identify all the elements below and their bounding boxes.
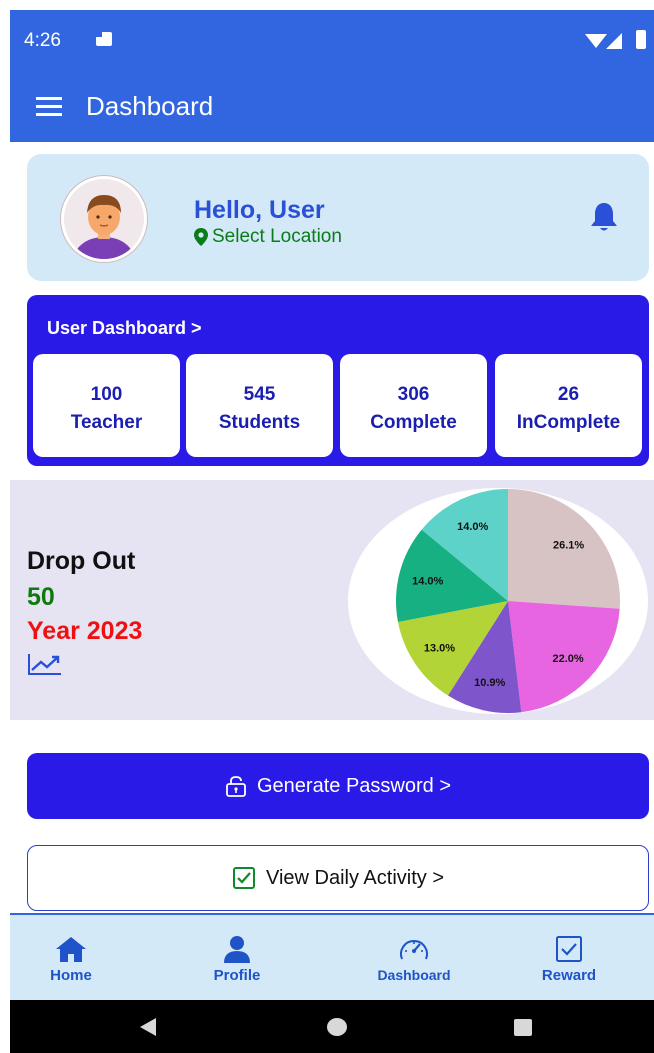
avatar[interactable] bbox=[61, 176, 147, 262]
status-bar: 4:26 bbox=[10, 10, 654, 72]
bell-icon[interactable] bbox=[589, 201, 619, 233]
user-dashboard-panel: User Dashboard > 100 Teacher 545 Student… bbox=[27, 295, 649, 466]
home-circle-icon[interactable] bbox=[327, 1018, 347, 1036]
bottom-navigation: Home Profile Dashboard Reward bbox=[10, 913, 654, 1000]
generate-password-label: Generate Password > bbox=[257, 774, 451, 797]
stat-card-incomplete[interactable]: 26 InComplete bbox=[495, 354, 642, 457]
pie-slice-label: 13.0% bbox=[424, 643, 455, 655]
nav-label: Home bbox=[50, 967, 92, 984]
view-daily-activity-label: View Daily Activity > bbox=[265, 866, 445, 889]
speedometer-icon bbox=[400, 940, 428, 960]
back-icon[interactable] bbox=[140, 1018, 156, 1036]
dropout-pie-chart: 26.1% 22.0% 10.9% 13.0% 14.0% 14.0% bbox=[348, 486, 648, 716]
status-time: 4:26 bbox=[24, 30, 61, 51]
stat-card-teacher[interactable]: 100 Teacher bbox=[33, 354, 180, 457]
stat-label: Complete bbox=[370, 412, 457, 433]
stat-value: 545 bbox=[243, 384, 276, 405]
stat-label: Teacher bbox=[70, 412, 143, 433]
checkbox-icon bbox=[232, 867, 255, 889]
home-icon bbox=[56, 937, 86, 962]
user-avatar-icon bbox=[74, 195, 134, 259]
app-bar: Dashboard bbox=[10, 72, 654, 142]
dropout-year: Year 2023 bbox=[27, 617, 143, 645]
pie-slice-label: 22.0% bbox=[552, 653, 583, 665]
pie-chart-svg: 26.1% 22.0% 10.9% 13.0% 14.0% 14.0% bbox=[348, 488, 648, 714]
pie-slice-label: 14.0% bbox=[412, 575, 443, 587]
nav-item-home[interactable]: Home bbox=[26, 915, 116, 1002]
nav-item-dashboard[interactable]: Dashboard bbox=[362, 915, 466, 1002]
pie-slice-label: 14.0% bbox=[457, 521, 488, 533]
wifi-icon bbox=[585, 34, 607, 48]
signal-icon bbox=[606, 33, 622, 49]
unlock-icon bbox=[226, 776, 246, 797]
greeting-name: Hello, User bbox=[194, 196, 325, 224]
user-icon bbox=[224, 936, 250, 963]
nav-label: Reward bbox=[541, 967, 597, 984]
checkbox-icon bbox=[556, 936, 582, 962]
location-pin-icon bbox=[194, 228, 208, 246]
nav-item-reward[interactable]: Reward bbox=[526, 915, 612, 1002]
generate-password-button[interactable]: Generate Password > bbox=[27, 753, 649, 819]
stat-card-students[interactable]: 545 Students bbox=[186, 354, 333, 457]
page-title: Dashboard bbox=[86, 91, 214, 121]
battery-icon bbox=[636, 30, 646, 49]
stat-value: 26 bbox=[557, 384, 580, 405]
trending-up-icon[interactable] bbox=[27, 652, 63, 676]
stat-value: 306 bbox=[397, 384, 430, 405]
stat-label: InComplete bbox=[516, 412, 621, 433]
greeting-card: Hello, User Select Location bbox=[27, 154, 649, 281]
nav-label: Dashboard bbox=[377, 967, 451, 983]
dropout-count: 50 bbox=[27, 583, 55, 611]
recent-apps-icon[interactable] bbox=[514, 1019, 532, 1036]
user-dashboard-link[interactable]: User Dashboard > bbox=[47, 318, 202, 339]
hamburger-menu-icon[interactable] bbox=[36, 96, 62, 116]
system-navigation-bar bbox=[10, 1000, 654, 1053]
stat-value: 100 bbox=[90, 384, 123, 405]
dropout-title: Drop Out bbox=[27, 547, 136, 575]
location-label: Select Location bbox=[212, 226, 342, 247]
pie-slice-label: 26.1% bbox=[553, 540, 584, 552]
sd-card-icon bbox=[96, 32, 112, 46]
dropout-section: Drop Out 50 Year 2023 26.1% 22.0% 10.9% 13.… bbox=[10, 480, 654, 720]
nav-label: Profile bbox=[213, 967, 261, 984]
stat-card-complete[interactable]: 306 Complete bbox=[340, 354, 487, 457]
view-daily-activity-button[interactable]: View Daily Activity > bbox=[27, 845, 649, 911]
stat-label: Students bbox=[218, 412, 301, 433]
select-location-link[interactable]: Select Location bbox=[194, 226, 342, 248]
pie-slice-label: 10.9% bbox=[474, 677, 505, 689]
nav-item-profile[interactable]: Profile bbox=[190, 915, 284, 1002]
